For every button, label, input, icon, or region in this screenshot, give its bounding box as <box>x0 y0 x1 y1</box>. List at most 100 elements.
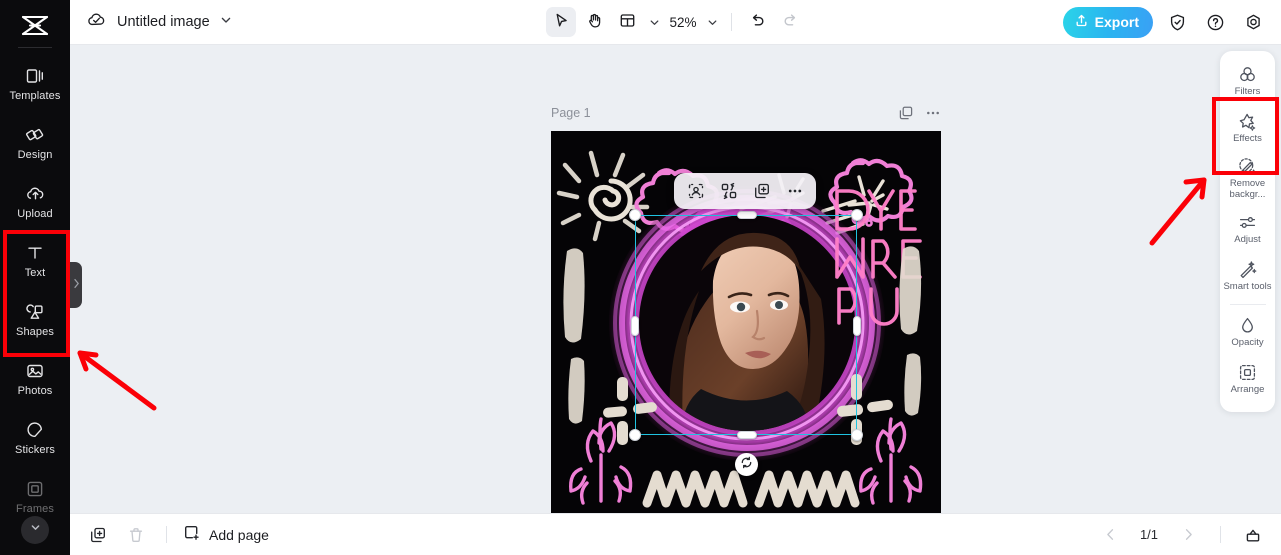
select-subject-icon[interactable] <box>680 177 711 205</box>
top-toolbar: Untitled image 52% Export <box>70 0 1281 45</box>
chevron-right-icon <box>73 276 80 294</box>
sidebar-collapse-handle[interactable] <box>70 262 82 308</box>
layout-dropdown-chevron[interactable] <box>645 7 663 37</box>
sidebar-label: Upload <box>17 207 53 220</box>
image-context-toolbar <box>674 173 816 209</box>
sidebar-scroll-down-button[interactable] <box>21 516 49 544</box>
page-indicator: 1/1 <box>1139 527 1159 542</box>
document-title-group: Untitled image <box>70 10 232 34</box>
app-root: Templates Design Upload Text Shapes Phot… <box>0 0 1281 555</box>
sidebar-label: Shapes <box>16 325 54 338</box>
bottombar-divider <box>166 526 167 543</box>
sidebar-item-photos[interactable]: Photos <box>0 349 70 408</box>
more-options-icon[interactable] <box>779 177 810 205</box>
panel-item-label: Effects <box>1233 133 1262 145</box>
replace-image-icon[interactable] <box>713 177 744 205</box>
filters-icon <box>1238 65 1257 84</box>
resize-handle-bottom[interactable] <box>737 431 757 439</box>
capcut-logo[interactable] <box>18 9 52 43</box>
export-button[interactable]: Export <box>1062 6 1153 38</box>
panel-item-label: Opacity <box>1231 336 1264 348</box>
canvas-tools-group: 52% <box>521 7 831 37</box>
help-question-icon[interactable] <box>1201 8 1229 36</box>
sidebar-label: Design <box>17 148 53 161</box>
sidebar-item-upload[interactable]: Upload <box>0 172 70 231</box>
arrange-icon <box>1238 363 1257 382</box>
photos-image-icon <box>25 361 45 381</box>
panel-divider <box>1229 303 1266 305</box>
panel-item-label: Smart tools <box>1223 280 1272 292</box>
page-header: Page 1 <box>551 105 941 121</box>
panel-item-smart-tools[interactable]: Smart tools <box>1220 253 1275 300</box>
resize-handle-top-right[interactable] <box>851 209 863 221</box>
sidebar-item-shapes[interactable]: Shapes <box>0 290 70 349</box>
hand-icon <box>586 12 603 32</box>
cloud-check-icon[interactable] <box>86 10 107 34</box>
rotate-handle[interactable] <box>735 453 758 476</box>
sidebar-divider <box>18 47 52 48</box>
design-icon <box>25 125 45 145</box>
add-page-button[interactable]: Add page <box>183 524 269 545</box>
add-page-label: Add page <box>209 526 269 543</box>
duplicate-icon[interactable] <box>746 177 777 205</box>
resize-handle-bottom-right[interactable] <box>851 429 863 441</box>
panel-item-effects[interactable]: Effects <box>1220 105 1275 152</box>
upload-cloud-icon <box>25 184 46 204</box>
right-properties-panel: Filters Effects Remove backgr... Adjust … <box>1220 51 1275 412</box>
present-button[interactable] <box>1239 521 1267 549</box>
zoom-dropdown-chevron[interactable] <box>703 7 721 37</box>
resize-handle-top[interactable] <box>737 211 757 219</box>
export-upload-icon <box>1074 13 1089 31</box>
panel-item-arrange[interactable]: Arrange <box>1220 356 1275 403</box>
cursor-arrow-icon <box>553 12 570 32</box>
layout-panel-icon <box>619 12 636 32</box>
export-button-label: Export <box>1094 14 1139 30</box>
adjust-sliders-icon <box>1238 213 1257 232</box>
sidebar-item-stickers[interactable]: Stickers <box>0 408 70 467</box>
chevron-down-icon[interactable] <box>220 13 232 31</box>
shield-check-icon[interactable] <box>1163 8 1191 36</box>
duplicate-page-icon[interactable] <box>898 105 914 121</box>
duplicate-page-button[interactable] <box>84 521 112 549</box>
document-title[interactable]: Untitled image <box>117 14 210 30</box>
panel-item-label: Remove backgr... <box>1229 178 1266 200</box>
panel-item-label: Arrange <box>1230 383 1265 395</box>
sidebar-label: Text <box>24 266 46 279</box>
remove-background-icon <box>1238 157 1257 176</box>
panel-item-filters[interactable]: Filters <box>1220 58 1275 105</box>
select-tool-button[interactable] <box>546 7 576 37</box>
panel-item-label: Adjust <box>1234 233 1261 245</box>
settings-gear-icon[interactable] <box>1239 8 1267 36</box>
sidebar-item-templates[interactable]: Templates <box>0 54 70 113</box>
topbar-right-group: Export <box>1062 6 1281 38</box>
sidebar-item-design[interactable]: Design <box>0 113 70 172</box>
delete-page-button[interactable] <box>122 521 150 549</box>
stickers-icon <box>25 420 45 440</box>
add-page-icon <box>183 524 201 545</box>
toolbar-divider <box>731 13 732 31</box>
chevron-down-circle-icon <box>29 521 42 539</box>
panel-item-label: Filters <box>1234 86 1261 98</box>
panel-item-remove-background[interactable]: Remove backgr... <box>1220 152 1275 206</box>
smart-tools-wand-icon <box>1238 260 1257 279</box>
redo-button[interactable] <box>775 7 805 37</box>
more-options-icon[interactable] <box>925 105 941 121</box>
undo-button[interactable] <box>742 7 772 37</box>
resize-handle-bottom-left[interactable] <box>629 429 641 441</box>
panel-item-adjust[interactable]: Adjust <box>1220 206 1275 253</box>
canvas-area[interactable]: Page 1 <box>70 45 1281 513</box>
hand-tool-button[interactable] <box>579 7 609 37</box>
sidebar-label: Stickers <box>15 443 55 456</box>
sidebar-item-text[interactable]: Text <box>0 231 70 290</box>
zoom-level-value[interactable]: 52% <box>666 15 700 30</box>
layout-tool-button[interactable] <box>612 7 642 37</box>
left-sidebar: Templates Design Upload Text Shapes Phot… <box>0 0 70 555</box>
resize-handle-right[interactable] <box>853 316 861 336</box>
opacity-drop-icon <box>1238 316 1257 335</box>
next-page-button[interactable] <box>1174 521 1202 549</box>
resize-handle-left[interactable] <box>631 316 639 336</box>
resize-handle-top-left[interactable] <box>629 209 641 221</box>
bottom-bar: Add page 1/1 <box>70 513 1281 555</box>
previous-page-button[interactable] <box>1096 521 1124 549</box>
panel-item-opacity[interactable]: Opacity <box>1220 309 1275 356</box>
